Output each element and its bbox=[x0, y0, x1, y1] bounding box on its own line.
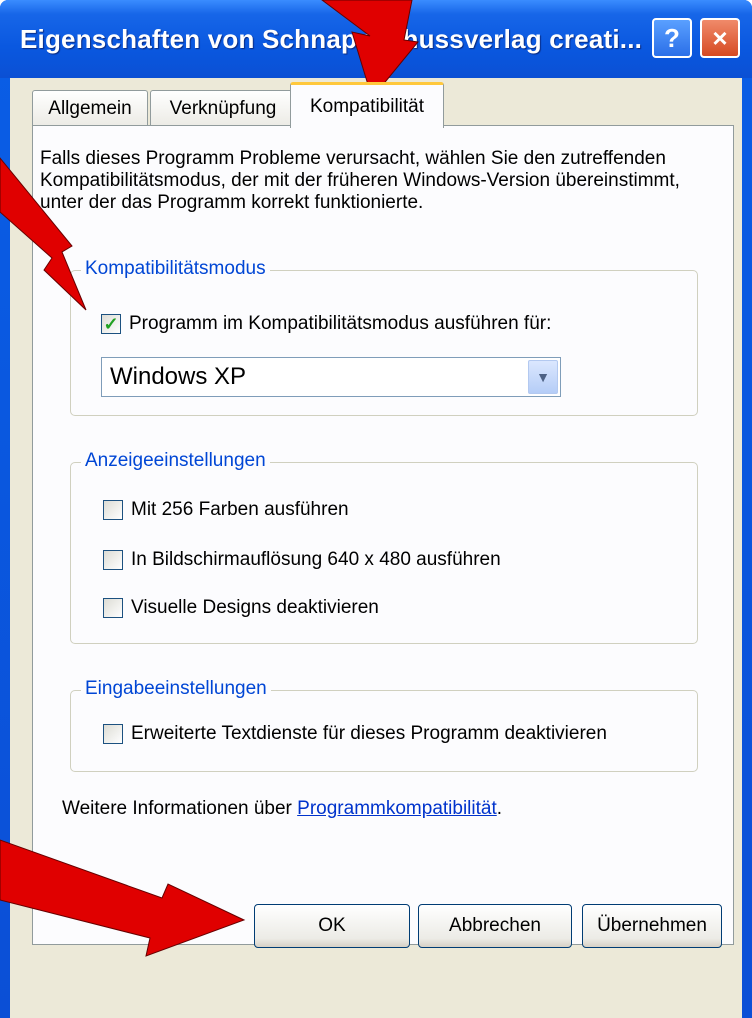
group-legend: Kompatibilitätsmodus bbox=[81, 257, 270, 281]
close-icon: × bbox=[712, 22, 728, 53]
dialog-client-area: Allgemein Verknüpfung Kompatibilität Fal… bbox=[10, 78, 742, 1018]
option-label: In Bildschirmauflösung 640 x 480 ausführ… bbox=[131, 549, 501, 570]
help-button[interactable]: ? bbox=[652, 18, 692, 58]
checkbox-unchecked[interactable] bbox=[103, 500, 123, 520]
option-label: Programm im Kompatibilitätsmodus ausführ… bbox=[129, 313, 552, 334]
option-label: Mit 256 Farben ausführen bbox=[131, 499, 349, 520]
option-disable-visual-themes[interactable]: Visuelle Designs deaktivieren bbox=[103, 597, 379, 619]
option-label: Visuelle Designs deaktivieren bbox=[131, 597, 379, 618]
checkbox-checked[interactable]: ✓ bbox=[101, 314, 121, 334]
tab-compatibility[interactable]: Kompatibilität bbox=[290, 82, 444, 128]
properties-window: Eigenschaften von Schnappschussverlag cr… bbox=[0, 0, 752, 1018]
tab-general[interactable]: Allgemein bbox=[32, 90, 148, 126]
selected-os-value: Windows XP bbox=[110, 363, 247, 390]
checkbox-unchecked[interactable] bbox=[103, 598, 123, 618]
option-label: Erweiterte Textdienste für dieses Progra… bbox=[131, 723, 607, 744]
dropdown-button[interactable]: ▼ bbox=[528, 360, 558, 394]
close-button[interactable]: × bbox=[700, 18, 740, 58]
apply-button[interactable]: Übernehmen bbox=[582, 904, 722, 948]
program-compatibility-link[interactable]: Programmkompatibilität bbox=[297, 798, 497, 819]
title-bar[interactable]: Eigenschaften von Schnappschussverlag cr… bbox=[0, 0, 752, 78]
option-640x480[interactable]: In Bildschirmauflösung 640 x 480 ausführ… bbox=[103, 549, 501, 571]
check-icon: ✓ bbox=[103, 314, 119, 334]
chevron-down-icon: ▼ bbox=[536, 369, 550, 385]
ok-button[interactable]: OK bbox=[254, 904, 410, 948]
more-info-text: Weitere Informationen über Programmkompa… bbox=[62, 798, 502, 820]
group-legend: Eingabeeinstellungen bbox=[81, 677, 271, 701]
checkbox-unchecked[interactable] bbox=[103, 724, 123, 744]
os-version-select[interactable]: Windows XP ▼ bbox=[101, 357, 561, 397]
checkbox-unchecked[interactable] bbox=[103, 550, 123, 570]
more-info-suffix: . bbox=[496, 798, 503, 819]
more-info-prefix: Weitere Informationen über bbox=[62, 798, 298, 819]
compatibility-mode-group: Kompatibilitätsmodus ✓ Programm im Kompa… bbox=[70, 257, 698, 416]
option-256-colors[interactable]: Mit 256 Farben ausführen bbox=[103, 499, 349, 521]
tab-shortcut[interactable]: Verknüpfung bbox=[150, 90, 296, 126]
display-settings-group: Anzeigeeinstellungen Mit 256 Farben ausf… bbox=[70, 449, 698, 644]
description-text: Falls dieses Programm Probleme verursach… bbox=[40, 148, 680, 213]
window-title: Eigenschaften von Schnappschussverlag cr… bbox=[20, 24, 643, 54]
option-disable-text-services[interactable]: Erweiterte Textdienste für dieses Progra… bbox=[103, 723, 607, 745]
group-legend: Anzeigeeinstellungen bbox=[81, 449, 270, 473]
cancel-button[interactable]: Abbrechen bbox=[418, 904, 572, 948]
input-settings-group: Eingabeeinstellungen Erweiterte Textdien… bbox=[70, 677, 698, 772]
compatibility-mode-option[interactable]: ✓ Programm im Kompatibilitätsmodus ausfü… bbox=[101, 313, 551, 335]
